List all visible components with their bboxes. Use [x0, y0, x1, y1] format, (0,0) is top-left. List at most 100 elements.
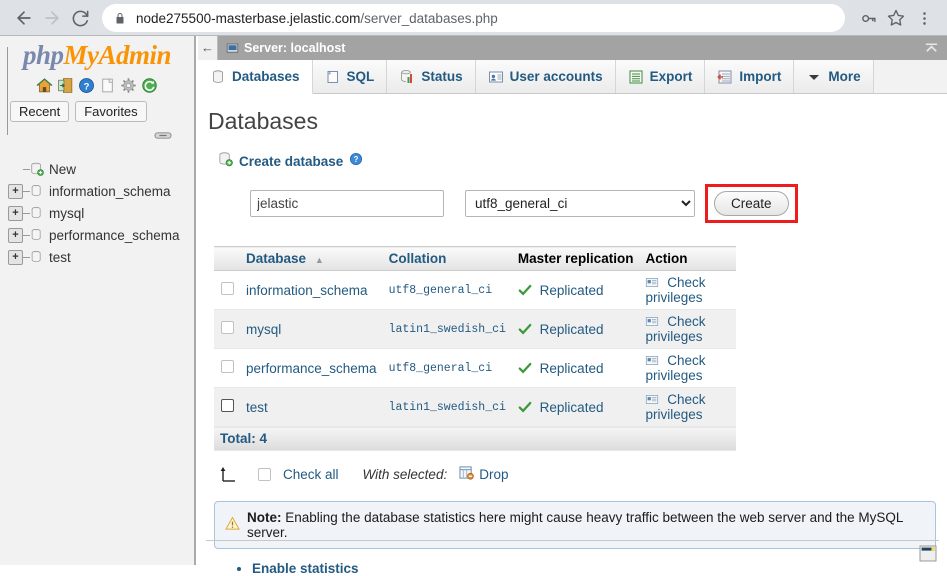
table-row[interactable]: information_schema utf8_general_ci Repli…: [214, 270, 736, 310]
row-checkbox-cell[interactable]: [214, 348, 240, 388]
forward-arrow-icon[interactable]: [38, 4, 66, 32]
console-icon[interactable]: [919, 545, 937, 562]
table-row[interactable]: mysql latin1_swedish_ci Replicated Check…: [214, 309, 736, 349]
tab-user-accounts[interactable]: User accounts: [475, 60, 616, 93]
reload-icon[interactable]: [66, 4, 94, 32]
tree-item-test[interactable]: + test: [8, 246, 194, 268]
tab-more[interactable]: More: [794, 60, 874, 93]
create-button[interactable]: Create: [714, 191, 789, 216]
status-chart-icon: [399, 69, 415, 85]
logout-icon[interactable]: [57, 77, 74, 94]
chevron-down-icon: [806, 69, 822, 85]
tab-sql[interactable]: SQL: [312, 60, 388, 93]
svg-text:?: ?: [84, 81, 90, 92]
server-back-button[interactable]: ←: [198, 36, 218, 60]
tab-import[interactable]: Import: [705, 60, 795, 93]
statistics-note: Note: Enabling the database statistics h…: [214, 501, 936, 549]
recent-button[interactable]: Recent: [10, 101, 70, 122]
row-database-name[interactable]: test: [240, 387, 383, 427]
tree-item-performance-schema[interactable]: + performance_schema: [8, 224, 194, 246]
row-checkbox[interactable]: [220, 282, 234, 295]
row-checkbox[interactable]: [220, 399, 234, 412]
sidebar-icon-row: ?: [0, 75, 194, 95]
row-database-name[interactable]: mysql: [240, 309, 383, 349]
database-icon: [30, 227, 44, 243]
lock-icon: [114, 12, 126, 25]
table-row[interactable]: test latin1_swedish_ci Replicated Check …: [214, 387, 736, 427]
row-collation: latin1_swedish_ci: [382, 309, 512, 349]
with-selected-label: With selected:: [362, 466, 448, 482]
collation-select[interactable]: utf8_general_ci: [465, 190, 695, 217]
tab-label-export: Export: [649, 69, 693, 84]
create-database-label[interactable]: Create database: [239, 154, 343, 169]
header-collation[interactable]: Collation: [382, 246, 512, 271]
tree-item-new[interactable]: New: [8, 158, 194, 180]
row-action[interactable]: Check privileges: [639, 270, 736, 310]
tree-item-mysql[interactable]: + mysql: [8, 202, 194, 224]
back-arrow-icon[interactable]: [10, 4, 38, 32]
row-collation: latin1_swedish_ci: [382, 387, 512, 427]
table-footer-actions: Check all With selected: Drop: [220, 465, 947, 483]
help-icon[interactable]: ?: [78, 77, 95, 94]
table-total-row: Total: 4: [214, 426, 736, 451]
expand-icon[interactable]: +: [8, 249, 23, 265]
row-checkbox-cell[interactable]: [214, 270, 240, 310]
settings-icon[interactable]: [120, 77, 137, 94]
sql-icon: [325, 69, 341, 85]
tree-item-information-schema[interactable]: + information_schema: [8, 180, 194, 202]
header-database[interactable]: Database ▲: [240, 246, 383, 271]
table-row[interactable]: performance_schema utf8_general_ci Repli…: [214, 348, 736, 388]
database-icon: [30, 205, 44, 221]
drop-label: Drop: [479, 466, 509, 482]
enable-statistics-link[interactable]: Enable statistics: [252, 561, 359, 576]
kebab-menu-icon[interactable]: [911, 5, 937, 31]
key-icon[interactable]: [855, 5, 881, 31]
refresh-icon[interactable]: [141, 77, 158, 94]
check-all-checkbox[interactable]: [258, 467, 271, 481]
browser-toolbar: node275500-masterbase.jelastic.com/serve…: [0, 0, 947, 36]
collapse-up-icon[interactable]: [924, 36, 939, 60]
expand-icon[interactable]: +: [8, 227, 23, 243]
check-icon: [518, 401, 532, 412]
tree-label-performance-schema: performance_schema: [49, 227, 180, 243]
list-item[interactable]: Enable statistics: [252, 561, 947, 576]
header-master-replication: Master replication: [511, 246, 640, 271]
home-icon[interactable]: [36, 77, 53, 94]
main-content: Databases Create database ? utf8_general…: [198, 94, 947, 576]
docs-icon[interactable]: [99, 77, 116, 94]
header-action: Action: [639, 246, 736, 271]
chain-link-icon[interactable]: [154, 128, 172, 146]
address-bar[interactable]: node275500-masterbase.jelastic.com/serve…: [102, 4, 845, 32]
user-accounts-icon: [488, 69, 504, 85]
row-database-name[interactable]: information_schema: [240, 270, 383, 310]
privileges-icon: [646, 395, 659, 404]
tree-label-test: test: [49, 249, 71, 265]
help-question-icon[interactable]: ?: [349, 152, 363, 171]
tab-export[interactable]: Export: [615, 60, 706, 93]
row-action[interactable]: Check privileges: [639, 387, 736, 427]
row-database-name[interactable]: performance_schema: [240, 348, 383, 388]
tab-status[interactable]: Status: [387, 60, 476, 93]
tree-label-new: New: [49, 161, 77, 177]
row-checkbox-cell[interactable]: [214, 387, 240, 427]
tab-databases[interactable]: Databases: [198, 60, 313, 94]
up-left-arrow-icon: [220, 465, 246, 483]
database-icon: [210, 69, 226, 85]
create-database-form: utf8_general_ci Create: [250, 184, 947, 223]
row-checkbox[interactable]: [220, 360, 234, 373]
expand-icon[interactable]: +: [8, 183, 23, 199]
star-icon[interactable]: [883, 5, 909, 31]
row-action[interactable]: Check privileges: [639, 309, 736, 349]
row-action[interactable]: Check privileges: [639, 348, 736, 388]
row-replication: Replicated: [511, 309, 640, 349]
phpmyadmin-logo[interactable]: phpMyAdmin: [0, 36, 194, 69]
expand-icon[interactable]: +: [8, 205, 23, 221]
row-checkbox[interactable]: [220, 321, 234, 334]
tab-label-status: Status: [421, 69, 463, 84]
row-checkbox-cell[interactable]: [214, 309, 240, 349]
drop-action[interactable]: Drop: [459, 465, 508, 483]
favorites-button[interactable]: Favorites: [75, 101, 147, 122]
check-all-label[interactable]: Check all: [283, 467, 339, 482]
create-database-heading: Create database ?: [218, 151, 947, 172]
database-name-input[interactable]: [250, 190, 444, 217]
